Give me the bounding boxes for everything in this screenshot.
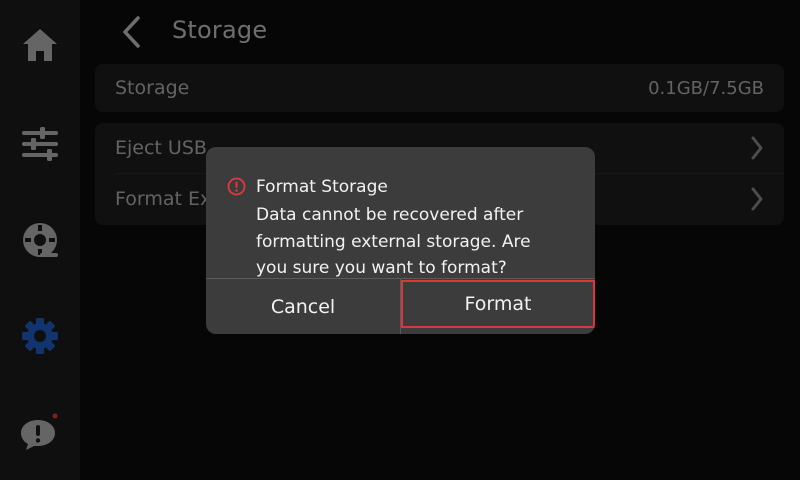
format-confirm-dialog: Format Storage Data cannot be recovered …	[206, 147, 595, 334]
dialog-body: Format Storage Data cannot be recovered …	[206, 147, 595, 278]
cancel-button[interactable]: Cancel	[206, 279, 400, 334]
format-button[interactable]: Format	[401, 280, 595, 328]
dialog-message: Data cannot be recovered after formattin…	[256, 205, 531, 278]
dialog-title: Format Storage	[256, 177, 388, 197]
warning-circle-icon	[227, 177, 246, 196]
